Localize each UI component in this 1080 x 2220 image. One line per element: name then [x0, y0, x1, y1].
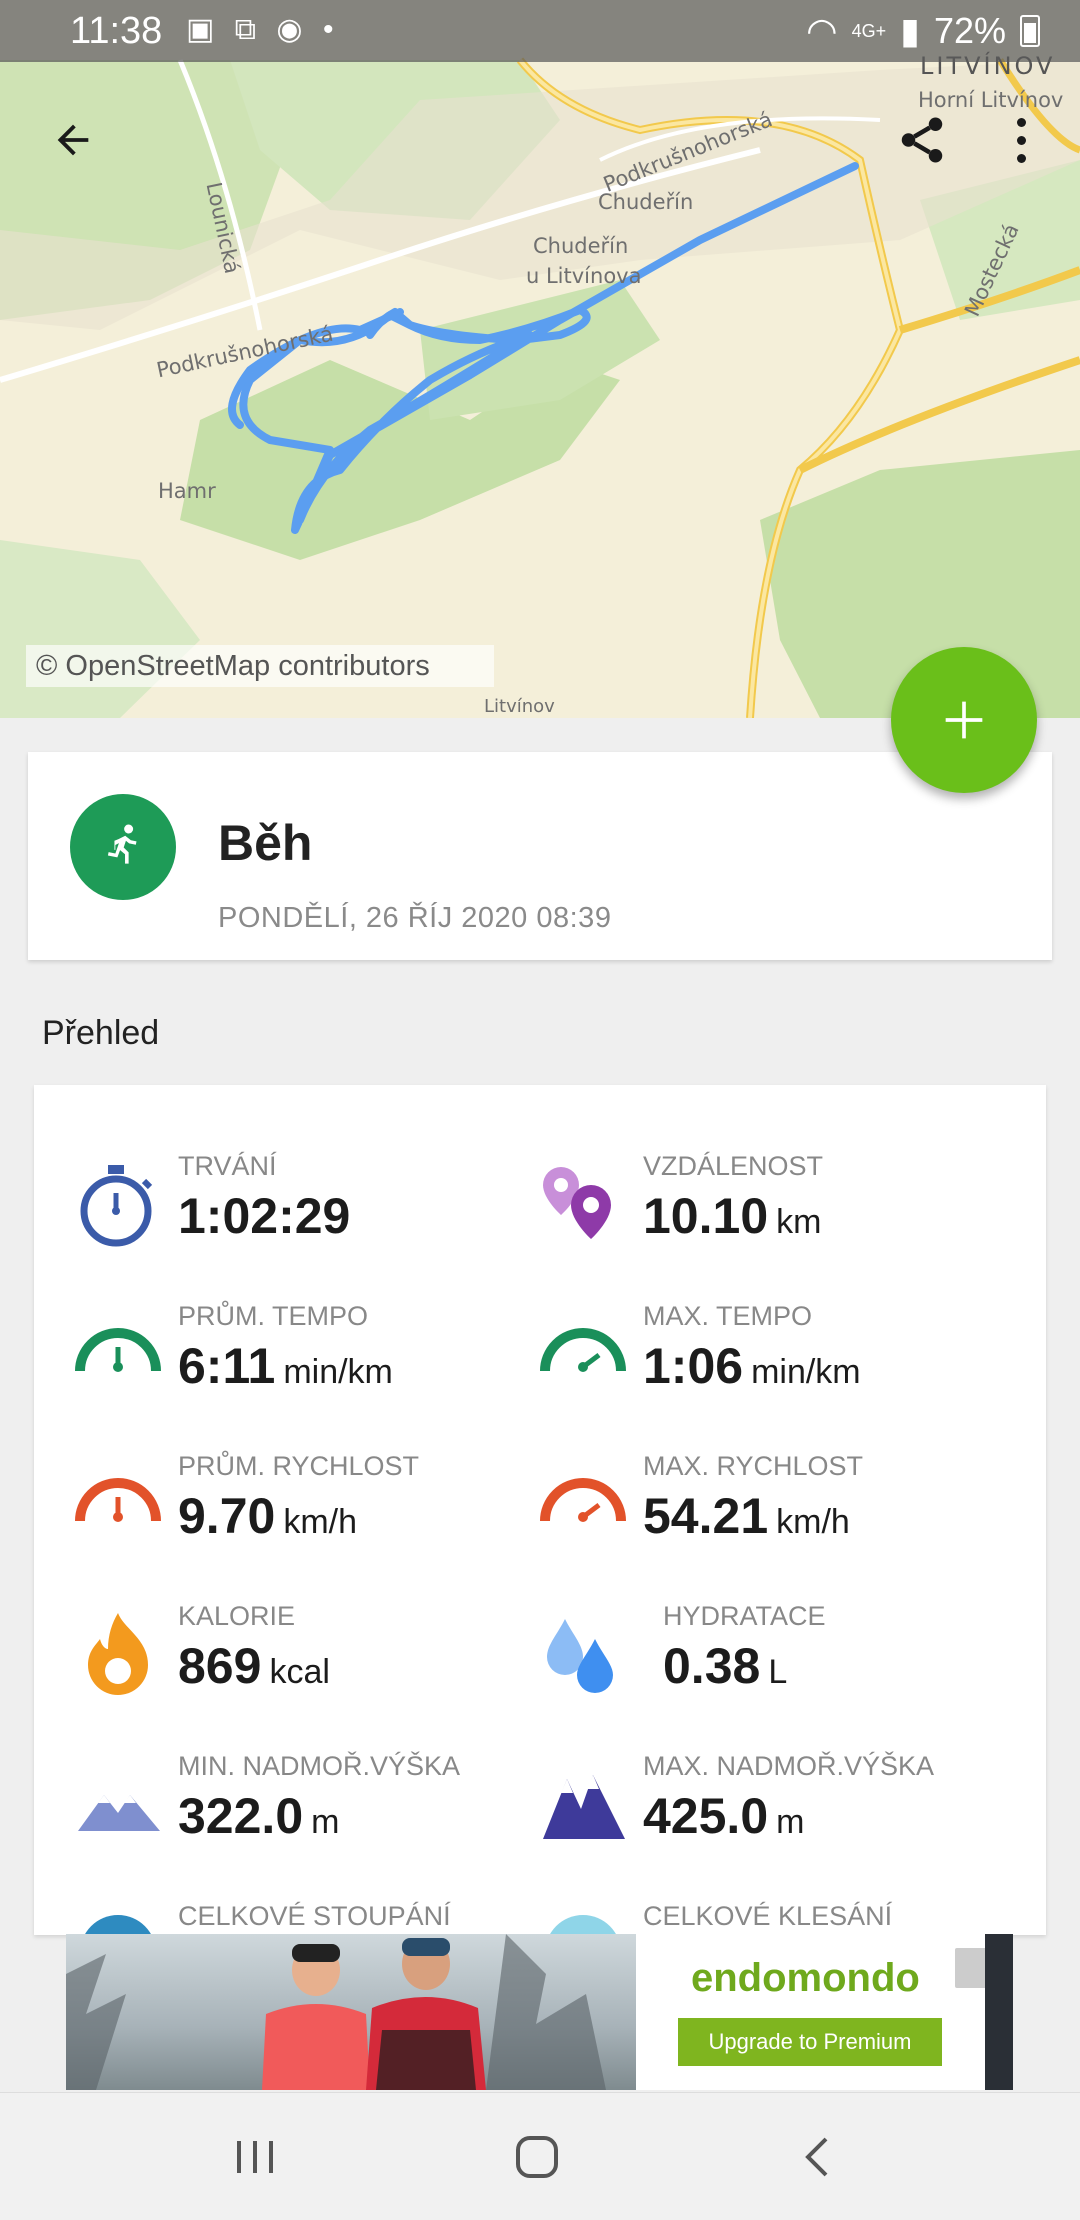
ad-photo [66, 1934, 636, 2090]
map-label-hamr: Hamr [158, 479, 216, 503]
share-icon [901, 117, 943, 163]
status-time: 11:38 [70, 10, 163, 52]
running-icon [70, 794, 176, 900]
stat-max-speed: MAX. RYCHLOST 54.21 km/h [539, 1451, 999, 1591]
recent-apps-button[interactable] [220, 2127, 290, 2187]
stat-min-altitude: MIN. NADMOŘ.VÝŠKA 322.0 m [74, 1751, 534, 1891]
stat-calories: KALORIE 869 kcal [74, 1601, 534, 1741]
stat-label: TRVÁNÍ [178, 1151, 277, 1181]
notification-icons: ▣ ⧉ ◉ • [186, 13, 340, 46]
stat-distance: VZDÁLENOST 10.10 km [539, 1151, 999, 1291]
gauge-icon [75, 1328, 161, 1372]
back-button[interactable] [38, 105, 108, 175]
stat-value: 10.10 km [643, 1188, 822, 1244]
stat-avg-speed: PRŮM. RYCHLOST 9.70 km/h [74, 1451, 534, 1591]
water-drops-icon [547, 1619, 613, 1693]
stat-label: MIN. NADMOŘ.VÝŠKA [178, 1751, 461, 1781]
home-button[interactable] [502, 2127, 572, 2187]
stat-label: PRŮM. RYCHLOST [178, 1451, 420, 1481]
stat-duration: TRVÁNÍ 1:02:29 [74, 1151, 534, 1291]
battery-icon [1020, 15, 1040, 47]
stopwatch-icon [80, 1165, 153, 1247]
battery-level: 72% [933, 10, 1006, 51]
signal-icon: ▮ [900, 10, 920, 51]
stat-label: PRŮM. TEMPO [178, 1301, 369, 1331]
back-nav-button[interactable] [782, 2127, 852, 2187]
speedometer-icon [75, 1478, 161, 1522]
stat-label: KALORIE [178, 1601, 296, 1631]
stat-value: 6:11 min/km [178, 1338, 393, 1394]
map-label-u-litvinova: u Litvínova [526, 264, 642, 288]
share-button[interactable] [887, 105, 957, 175]
network-type: 4G+ [851, 21, 887, 41]
stat-value: 9.70 km/h [178, 1488, 358, 1544]
status-bar: 11:38 ▣ ⧉ ◉ • ◠ 4G+ ▮ 72% [0, 0, 1080, 62]
flame-icon [88, 1613, 148, 1695]
mountains-peak-icon [543, 1775, 625, 1839]
stat-label: MAX. RYCHLOST [643, 1451, 864, 1481]
stat-label: MAX. TEMPO [643, 1301, 813, 1331]
stat-max-pace: MAX. TEMPO 1:06 min/km [539, 1301, 999, 1441]
stat-max-altitude: MAX. NADMOŘ.VÝŠKA 425.0 m [539, 1751, 999, 1891]
stat-total-ascent: CELKOVÉ STOUPÁNÍ [74, 1901, 534, 1935]
endomondo-logo: endomondo [691, 1956, 920, 2000]
more-options-button[interactable] [986, 105, 1056, 175]
overview-title: Přehled [42, 1014, 160, 1052]
ad-banner[interactable]: endomondo Upgrade to Premium [66, 1934, 1013, 2090]
stat-value: 1:06 min/km [643, 1338, 861, 1394]
recent-apps-icon [237, 2141, 273, 2173]
stat-label: MAX. NADMOŘ.VÝŠKA [643, 1751, 935, 1781]
stat-value: 54.21 km/h [643, 1488, 850, 1544]
stat-label: VZDÁLENOST [643, 1151, 824, 1181]
sport-name: Běh [218, 815, 313, 871]
ascent-icon [84, 1915, 152, 1935]
stat-hydration: HYDRATACE 0.38 L [547, 1601, 1019, 1741]
stat-value: 1:02:29 [178, 1188, 351, 1244]
mountains-icon [78, 1795, 160, 1831]
location-pins-icon [543, 1167, 611, 1239]
stat-value: 322.0 m [178, 1788, 340, 1844]
system-nav-bar [0, 2092, 1080, 2220]
runners-illustration [66, 1934, 606, 2090]
ad-strip [985, 1934, 1013, 2090]
stat-value: 425.0 m [643, 1788, 805, 1844]
speedometer-max-icon [540, 1478, 626, 1522]
more-vert-icon [1016, 117, 1026, 163]
descent-icon [549, 1915, 617, 1935]
status-right: ◠ 4G+ ▮ 72% [806, 10, 1040, 52]
map-label-litvinov-bottom: Litvínov [484, 696, 555, 717]
overview-stats-card: TRVÁNÍ 1:02:29 VZDÁLENOST 10.10 km PRŮM. … [34, 1085, 1046, 1935]
plus-icon [945, 701, 983, 739]
arrow-back-icon [57, 124, 89, 156]
runner-glyph [107, 824, 137, 864]
workout-date: PONDĚLÍ, 26 ŘÍJ 2020 08:39 [218, 902, 612, 934]
stat-label: CELKOVÉ KLESÁNÍ [643, 1901, 893, 1931]
add-fab-button[interactable] [891, 647, 1037, 793]
map-label-chuderin-top: Chudeřín [598, 190, 694, 214]
back-chevron-icon [805, 2137, 828, 2177]
stat-value: 869 kcal [178, 1638, 330, 1694]
home-icon [516, 2136, 558, 2178]
stat-value: 0.38 L [663, 1638, 788, 1694]
stat-total-descent: CELKOVÉ KLESÁNÍ [539, 1901, 999, 1935]
stat-label: CELKOVÉ STOUPÁNÍ [178, 1901, 451, 1931]
map-attribution[interactable]: © OpenStreetMap contributors [26, 645, 494, 687]
gauge-max-icon [540, 1328, 626, 1372]
stat-label: HYDRATACE [663, 1601, 826, 1631]
workout-header-card: Běh PONDĚLÍ, 26 ŘÍJ 2020 08:39 [28, 752, 1052, 960]
wifi-icon: ◠ [806, 10, 838, 51]
map-label-chuderin: Chudeřín [533, 234, 629, 258]
upgrade-premium-button[interactable]: Upgrade to Premium [678, 2018, 942, 2066]
stat-avg-pace: PRŮM. TEMPO 6:11 min/km [74, 1301, 534, 1441]
